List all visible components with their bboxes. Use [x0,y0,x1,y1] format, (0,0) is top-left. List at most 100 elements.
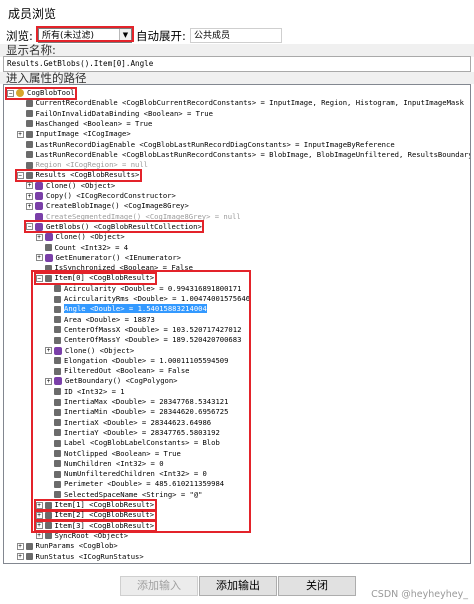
tree-node[interactable]: + Clone() <Object> [35,232,125,242]
expand-icon[interactable]: + [35,522,43,530]
collapse-icon[interactable]: − [26,223,33,231]
tree-node[interactable]: Elongation <Double> = 1.00011105594509 [45,356,228,366]
tree-node[interactable]: FailOnInvalidDataBinding <Boolean> = Tru… [17,109,213,119]
tree-node[interactable]: + Item[1] <CogBlobResult> [35,500,154,510]
expand-icon[interactable]: + [26,192,33,200]
tree-node[interactable]: + Item[2] <CogBlobResult> [35,510,154,520]
tree-node[interactable]: + Clone() <Object> [45,346,134,356]
property-icon [54,439,61,447]
tree-node[interactable]: + Item[3] <CogBlobResult> [35,521,154,531]
title-bar: 成员浏览 [0,0,474,25]
tree-node-label: SelectedSpaceName <String> = "@" [64,489,203,499]
tree-node[interactable]: InertiaY <Double> = 28347765.5803192 [45,428,220,438]
tree-node[interactable]: + UserData <CogDictionary> [17,562,140,564]
tree-node-label: UserData <CogDictionary> [36,562,140,563]
tree-node-label: CenterOfMassY <Double> = 189.52042070068… [64,335,242,345]
expand-icon[interactable]: + [26,182,33,190]
tree-node[interactable]: + RunParams <CogBlob> [16,541,118,551]
tree-node[interactable]: CenterOfMassX <Double> = 103.52071742701… [45,325,241,335]
tree-node-label: Clone() <Object> [46,180,116,190]
tree-node-label: LastRunRecordDiagEnable <CogBlobLastRunR… [35,139,395,149]
tree-node-label: Area <Double> = 18873 [64,314,155,324]
auto-expand-select[interactable]: 公共成员 [190,28,282,43]
tree-node[interactable]: NumChildren <Int32> = 0 [45,459,164,469]
tree-node[interactable]: + GetEnumerator() <IEnumerator> [35,253,181,263]
expand-icon[interactable]: + [16,553,24,560]
tree-node[interactable]: InertiaMax <Double> = 28347768.5343121 [45,397,228,407]
tree-node[interactable]: HasChanged <Boolean> = True [17,119,152,129]
add-input-button[interactable]: 添加输入 [120,576,198,596]
tree-node[interactable]: NumUnfilteredChildren <Int32> = 0 [45,469,207,479]
tree-node[interactable]: + SyncRoot <Object> [35,531,128,541]
tree-node[interactable]: CenterOfMassY <Double> = 189.52042070068… [45,335,241,345]
expand-icon[interactable]: + [17,563,24,564]
tree-node-label: GetBoundary() <CogPolygon> [65,376,178,386]
collapse-icon[interactable]: − [35,274,43,282]
property-icon [54,367,61,375]
expand-icon[interactable]: + [35,511,43,519]
expand-icon[interactable]: + [45,377,52,385]
expand-icon[interactable]: + [35,501,43,509]
tree-node-label: FilteredOut <Boolean> = False [64,366,190,376]
tree-node[interactable]: Perimeter <Double> = 485.610211359984 [45,479,224,489]
property-icon [25,130,33,138]
method-icon [35,181,43,190]
tree-node[interactable]: InertiaX <Double> = 28344623.64986 [45,418,211,428]
expand-icon[interactable]: + [26,202,33,210]
tree-node[interactable]: − Item[0] <CogBlobResult> [35,273,154,283]
tree-node-label: Copy() <ICogRecordConstructor> [46,191,176,200]
display-name-field[interactable]: Results.GetBlobs().Item[0].Angle [3,56,471,72]
tree-node[interactable]: − GetBlobs() <CogBlobResultCollection> [26,222,202,232]
tree-node-label: Perimeter <Double> = 485.610211359984 [64,479,225,489]
tree-node[interactable]: FilteredOut <Boolean> = False [45,366,190,376]
property-icon [54,408,61,416]
expand-icon[interactable]: + [45,347,52,354]
tree-node[interactable]: Area <Double> = 18873 [45,315,155,325]
property-icon [54,388,61,396]
expand-icon[interactable]: + [35,254,43,262]
tree-node[interactable]: NotClipped <Boolean> = True [45,449,181,459]
tree-node[interactable]: Label <CogBlobLabelConstants> = Blob [45,438,220,448]
tree-node[interactable]: Region <ICogRegion> = null [17,160,148,170]
input-path-label: 进入属性的路径 [0,72,474,84]
tree-node[interactable]: − Results <CogBlobResults> [16,170,139,180]
tree-node-label: CreateSegmentedImage() <CogImage8Grey> =… [46,211,241,221]
tree-node[interactable]: + InputImage <ICogImage> [16,129,131,139]
tree-node-label: Acircularity <Double> = 0.99431689180017… [64,283,242,293]
tree-node[interactable]: CreateSegmentedImage() <CogImage8Grey> =… [26,212,241,222]
property-icon [54,357,61,365]
tree-node[interactable]: SelectedSpaceName <String> = "@" [45,490,202,500]
tree-node-label: InertiaY <Double> = 28347765.5803192 [64,427,220,437]
tree-node-label: Clone() <Object> [65,345,135,355]
tree-node[interactable]: + CreateBlobImage() <CogImage8Grey> [26,201,189,211]
tree-node[interactable]: InertiaMin <Double> = 28344620.6956725 [45,407,228,417]
tree-node[interactable]: IsSynchronized <Boolean> = False [36,263,193,273]
property-icon [25,553,33,560]
tree-node[interactable]: Acircularity <Double> = 0.99431689180017… [45,284,241,294]
expand-icon[interactable]: + [35,532,43,540]
tree-node[interactable]: AcircularityRms <Double> = 1.00474001575… [45,294,250,304]
expand-icon[interactable]: + [16,542,24,550]
tree-node[interactable]: LastRunRecordEnable <CogBlobLastRunRecor… [17,150,470,160]
collapse-icon[interactable]: − [7,89,14,97]
tree-node[interactable]: LastRunRecordDiagEnable <CogBlobLastRunR… [17,140,395,150]
tree-node[interactable]: + RunStatus <ICogRunStatus> [16,552,144,562]
tree-node[interactable]: + Copy() <ICogRecordConstructor> [26,191,176,201]
expand-icon[interactable]: + [35,233,43,241]
tree-node-selected[interactable]: Angle <Double> = 1.54015883214004 [45,304,207,314]
tree-node-label: ID <Int32> = 1 [64,386,125,396]
tree-node[interactable]: + Clone() <Object> [26,181,115,191]
tree-node[interactable]: Count <Int32> = 4 [36,243,128,253]
collapse-icon[interactable]: − [16,171,24,179]
tree-node-label: RunParams <CogBlob> [35,541,118,551]
expand-icon[interactable]: + [16,130,24,138]
close-button[interactable]: 关闭 [278,576,356,596]
property-icon [26,563,33,564]
tree-node[interactable]: + GetBoundary() <CogPolygon> [45,376,178,386]
browse-select[interactable]: 所有(未过滤) ▼ [38,28,132,43]
tree-node[interactable]: CurrentRecordEnable <CogBlobCurrentRecor… [17,98,464,108]
add-output-button[interactable]: 添加输出 [199,576,277,596]
member-tree[interactable]: − CogBlobTool CurrentRecordEnable <CogBlob… [3,84,471,564]
tree-node[interactable]: − CogBlobTool [7,88,75,98]
tree-node[interactable]: ID <Int32> = 1 [45,387,125,397]
